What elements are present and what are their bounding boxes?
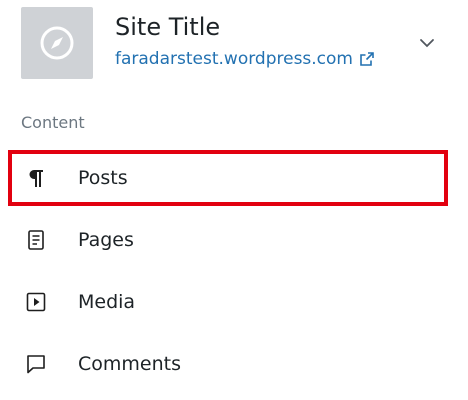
menu-item-media[interactable]: Media [8,274,448,330]
menu-item-label: Pages [78,229,134,251]
comment-icon [24,352,48,376]
menu-item-comments[interactable]: Comments [8,336,448,392]
menu-item-posts[interactable]: Posts [8,150,448,206]
media-icon [24,290,48,314]
menu-item-label: Media [78,291,136,313]
my-site-panel: Site Title faradarstest.wordpress.com Co… [0,0,468,400]
pilcrow-icon [24,166,48,190]
menu-item-label: Comments [78,353,181,375]
site-url-link[interactable]: faradarstest.wordpress.com [115,47,375,71]
site-header: Site Title faradarstest.wordpress.com [21,7,451,79]
site-url-text: faradarstest.wordpress.com [115,49,353,69]
site-icon[interactable] [21,7,93,79]
site-title: Site Title [115,13,221,41]
compass-icon [40,26,74,60]
section-label-content: Content [21,113,85,132]
chevron-down-icon [420,39,434,48]
menu-item-label: Posts [78,167,128,189]
site-switcher-chevron[interactable] [415,31,439,55]
external-link-icon [359,51,375,67]
page-icon [24,228,48,252]
menu-item-pages[interactable]: Pages [8,212,448,268]
